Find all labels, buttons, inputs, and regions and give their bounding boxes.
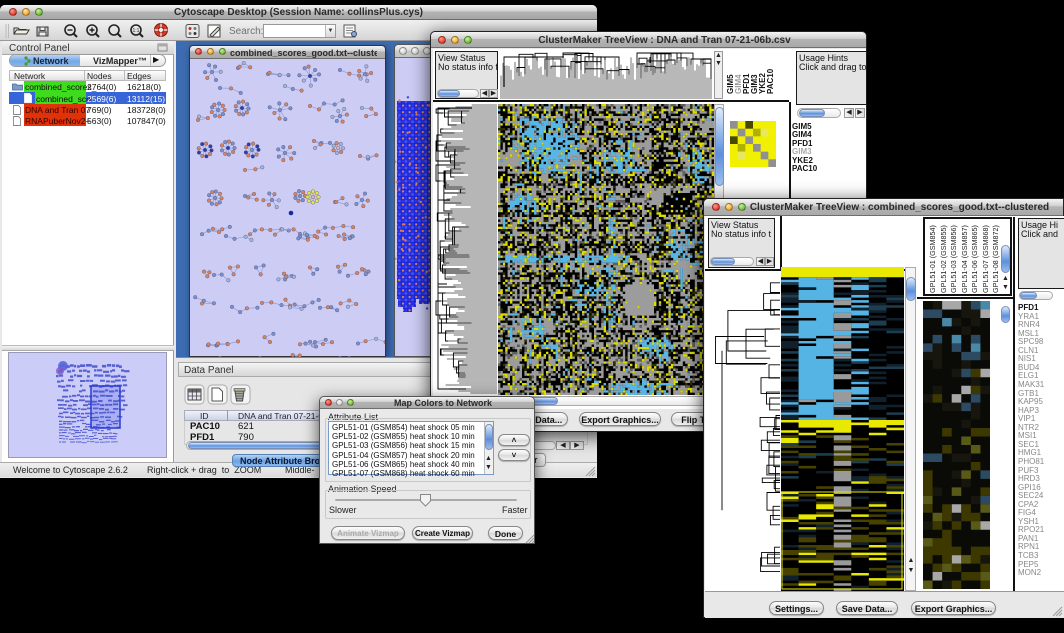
- svg-text:1:1: 1:1: [133, 28, 140, 34]
